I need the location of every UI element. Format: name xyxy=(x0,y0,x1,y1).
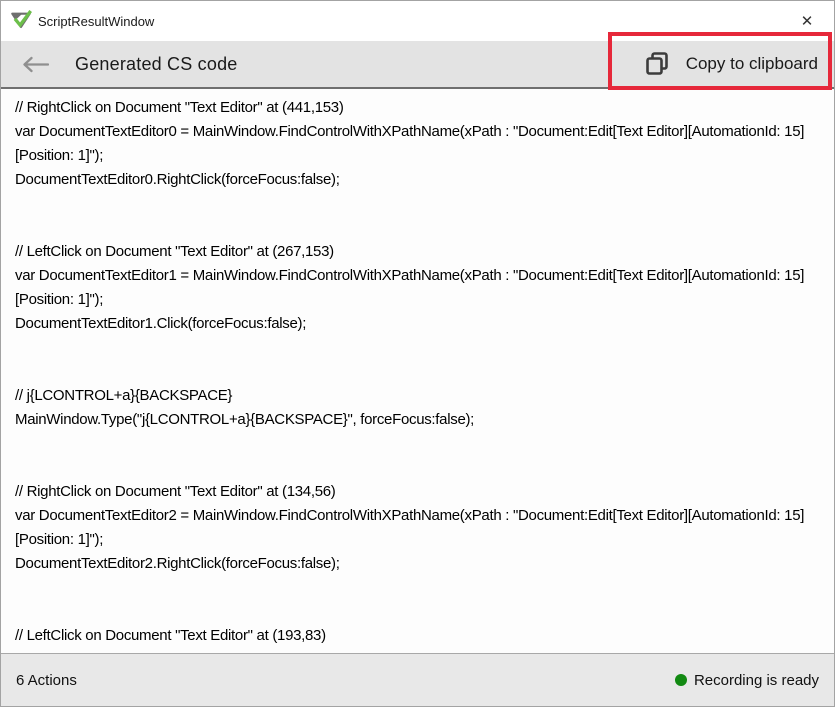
actions-count: 6 Actions xyxy=(16,672,77,689)
code-block: // j{LCONTROL+a}{BACKSPACE}MainWindow.Ty… xyxy=(15,384,820,432)
code-line: DocumentTextEditor2.RightClick(forceFocu… xyxy=(15,552,820,576)
code-line: // LeftClick on Document "Text Editor" a… xyxy=(15,240,820,264)
code-line: MainWindow.Type("j{LCONTROL+a}{BACKSPACE… xyxy=(15,408,820,432)
code-line: var DocumentTextEditor1 = MainWindow.Fin… xyxy=(15,264,820,312)
code-line: // RightClick on Document "Text Editor" … xyxy=(15,96,820,120)
code-block: // LeftClick on Document "Text Editor" a… xyxy=(15,240,820,336)
app-logo-icon xyxy=(9,9,33,33)
code-block: // LeftClick on Document "Text Editor" a… xyxy=(15,624,820,653)
copy-icon xyxy=(644,50,671,78)
code-block: // RightClick on Document "Text Editor" … xyxy=(15,96,820,192)
close-icon[interactable]: ✕ xyxy=(792,6,822,36)
status-text: Recording is ready xyxy=(694,672,819,689)
code-line: DocumentTextEditor0.RightClick(forceFocu… xyxy=(15,168,820,192)
copy-button-label: Copy to clipboard xyxy=(686,54,818,74)
copy-to-clipboard-button[interactable]: Copy to clipboard xyxy=(644,50,818,78)
code-block: // RightClick on Document "Text Editor" … xyxy=(15,480,820,576)
header: Generated CS code Copy to clipboard xyxy=(1,41,834,89)
code-line: // RightClick on Document "Text Editor" … xyxy=(15,480,820,504)
page-title: Generated CS code xyxy=(75,54,238,75)
recording-status: Recording is ready xyxy=(675,672,819,689)
titlebar: ScriptResultWindow ✕ xyxy=(1,1,834,41)
code-line: // j{LCONTROL+a}{BACKSPACE} xyxy=(15,384,820,408)
generated-code-panel[interactable]: // RightClick on Document "Text Editor" … xyxy=(1,89,834,653)
code-line: // LeftClick on Document "Text Editor" a… xyxy=(15,624,820,648)
back-arrow-icon[interactable] xyxy=(21,56,49,73)
status-bar: 6 Actions Recording is ready xyxy=(1,653,834,706)
code-line: var DocumentTextEditor0 = MainWindow.Fin… xyxy=(15,120,820,168)
script-result-window: ScriptResultWindow ✕ Generated CS code C… xyxy=(0,0,835,707)
status-dot-icon xyxy=(675,674,687,686)
window-title: ScriptResultWindow xyxy=(38,14,154,29)
code-line: DocumentTextEditor1.Click(forceFocus:fal… xyxy=(15,312,820,336)
code-line: var DocumentTextEditor2 = MainWindow.Fin… xyxy=(15,504,820,552)
